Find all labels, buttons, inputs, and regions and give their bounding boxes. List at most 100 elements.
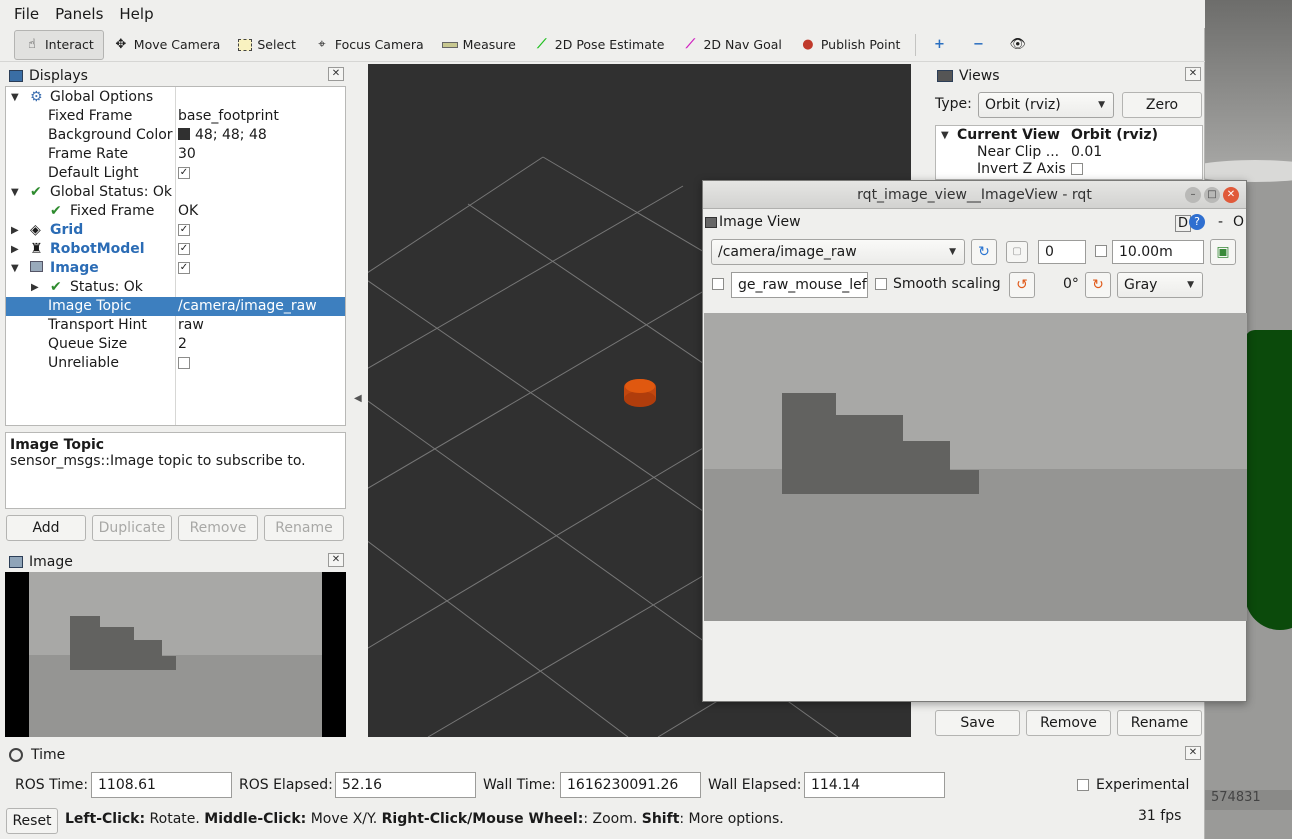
image-checkbox[interactable]: ✓ bbox=[178, 262, 190, 274]
ros-elapsed-field[interactable]: 52.16 bbox=[335, 772, 476, 798]
tree-row-unreliable[interactable]: Unreliable bbox=[6, 354, 345, 373]
row-value[interactable]: base_footprint bbox=[178, 107, 279, 126]
move-camera-tool-button[interactable]: ✥ Move Camera bbox=[104, 30, 230, 60]
max-range-spinbox[interactable]: 10.00m bbox=[1112, 240, 1204, 264]
tree-row-queue-size[interactable]: Queue Size 2 bbox=[6, 335, 345, 354]
rename-view-button[interactable]: Rename bbox=[1117, 710, 1202, 736]
rotate-left-icon[interactable]: ↺ bbox=[1009, 272, 1035, 298]
tree-row-fixed-frame-status[interactable]: ✔ Fixed Frame OK bbox=[6, 202, 345, 221]
pose-estimate-tool-button[interactable]: ⟋ 2D Pose Estimate bbox=[525, 30, 674, 60]
rqt-titlebar[interactable]: rqt_image_view__ImageView - rqt bbox=[703, 181, 1246, 209]
tree-row-robotmodel[interactable]: ▶ ♜ RobotModel ✓ bbox=[6, 240, 345, 259]
row-value[interactable]: raw bbox=[178, 316, 204, 335]
row-value[interactable]: 30 bbox=[178, 145, 196, 164]
robotmodel-checkbox[interactable]: ✓ bbox=[178, 243, 190, 255]
row-value[interactable]: /camera/image_raw bbox=[178, 297, 317, 316]
color-scheme-select[interactable]: Gray ▼ bbox=[1117, 272, 1203, 298]
experimental-checkbox[interactable] bbox=[1077, 779, 1089, 791]
toolbar: ☝ Interact ✥ Move Camera Select ⌖ Focus … bbox=[0, 28, 1205, 62]
reset-button[interactable]: Reset bbox=[6, 808, 58, 834]
wall-time-field[interactable]: 1616230091.26 bbox=[560, 772, 701, 798]
refresh-icon[interactable]: ↻ bbox=[971, 239, 997, 265]
checkmark-icon: ✔ bbox=[50, 279, 62, 295]
view-options-button[interactable]: 👁 bbox=[1000, 30, 1039, 60]
close-icon[interactable]: ✕ bbox=[1185, 67, 1201, 81]
row-value[interactable]: 2 bbox=[178, 335, 187, 354]
depth-min-spinbox[interactable]: 0 bbox=[1038, 240, 1086, 264]
views-title: Views bbox=[959, 68, 1000, 84]
duplicate-display-button[interactable]: Duplicate bbox=[92, 515, 172, 541]
help-icon[interactable]: ? bbox=[1189, 214, 1205, 230]
color-value[interactable]: 48; 48; 48 bbox=[178, 126, 267, 145]
help-key: Right-Click/Mouse Wheel: bbox=[381, 811, 584, 827]
menu-file[interactable]: File bbox=[14, 5, 39, 23]
dynamic-range-checkbox[interactable] bbox=[1095, 245, 1107, 257]
nav-goal-tool-button[interactable]: ⟋ 2D Nav Goal bbox=[673, 30, 790, 60]
close-icon[interactable]: ✕ bbox=[328, 67, 344, 81]
zero-button[interactable]: Zero bbox=[1122, 92, 1202, 118]
remove-view-button[interactable]: Remove bbox=[1026, 710, 1111, 736]
tree-row-fixed-frame[interactable]: Fixed Frame base_footprint bbox=[6, 107, 345, 126]
splitter-arrow-icon[interactable]: ◀ bbox=[354, 393, 362, 404]
camera-image-view[interactable] bbox=[704, 313, 1247, 621]
tree-row-image-status[interactable]: ▶ ✔ Status: Ok bbox=[6, 278, 345, 297]
dropdown-arrow-icon: ▼ bbox=[1098, 100, 1105, 110]
close-icon[interactable]: ✕ bbox=[328, 553, 344, 567]
close-icon[interactable]: ✕ bbox=[1185, 746, 1201, 760]
unreliable-checkbox[interactable] bbox=[178, 357, 190, 369]
plugin-close-button[interactable]: O bbox=[1233, 214, 1244, 230]
maximize-icon[interactable]: □ bbox=[1204, 187, 1220, 203]
rename-display-button[interactable]: Rename bbox=[264, 515, 344, 541]
wall-time-label: Wall Time: bbox=[483, 777, 556, 793]
smooth-scaling-checkbox[interactable] bbox=[875, 278, 887, 290]
save-image-icon[interactable]: ▣ bbox=[1210, 239, 1236, 265]
tree-row-transport-hint[interactable]: Transport Hint raw bbox=[6, 316, 345, 335]
add-tool-button[interactable]: + bbox=[922, 30, 961, 60]
ros-time-field[interactable]: 1108.61 bbox=[91, 772, 232, 798]
menu-panels[interactable]: Panels bbox=[55, 5, 103, 23]
tree-row-background-color[interactable]: Background Color 48; 48; 48 bbox=[6, 126, 345, 145]
tree-row-default-light[interactable]: Default Light ✓ bbox=[6, 164, 345, 183]
tree-row-image[interactable]: ▼ Image ✓ bbox=[6, 259, 345, 278]
tree-row-frame-rate[interactable]: Frame Rate 30 bbox=[6, 145, 345, 164]
minus-icon: − bbox=[972, 36, 984, 52]
tree-row-image-topic[interactable]: Image Topic /camera/image_raw bbox=[6, 297, 345, 316]
topic-select[interactable]: /camera/image_raw ▼ bbox=[711, 239, 965, 265]
grid-checkbox[interactable]: ✓ bbox=[178, 224, 190, 236]
select-tool-button[interactable]: Select bbox=[229, 30, 305, 60]
mouse-topic-field[interactable]: ge_raw_mouse_left bbox=[731, 272, 868, 298]
help-key: Left-Click: bbox=[65, 811, 146, 827]
publish-point-tool-button[interactable]: ● Publish Point bbox=[791, 30, 910, 60]
invert-z-checkbox[interactable] bbox=[1071, 163, 1083, 175]
zoom-fit-icon[interactable]: ▢ bbox=[1006, 241, 1028, 263]
help-text: : Zoom. bbox=[583, 811, 642, 827]
measure-tool-button[interactable]: Measure bbox=[433, 30, 525, 60]
focus-camera-tool-button[interactable]: ⌖ Focus Camera bbox=[305, 30, 433, 60]
tree-row-global-status[interactable]: ▼ ✔ Global Status: Ok bbox=[6, 183, 345, 202]
view-type-select[interactable]: Orbit (rviz) ▼ bbox=[978, 92, 1114, 118]
plugin-title: Image View bbox=[719, 214, 801, 230]
rotate-right-icon[interactable]: ↻ bbox=[1085, 272, 1111, 298]
publish-click-checkbox[interactable] bbox=[712, 278, 724, 290]
remove-display-button[interactable]: Remove bbox=[178, 515, 258, 541]
row-key: Default Light bbox=[48, 165, 139, 181]
save-view-button[interactable]: Save bbox=[935, 710, 1020, 736]
interact-tool-button[interactable]: ☝ Interact bbox=[14, 29, 104, 60]
row-key: Global Options bbox=[50, 89, 154, 105]
checkmark-icon: ✔ bbox=[50, 203, 62, 219]
close-icon[interactable]: ✕ bbox=[1223, 187, 1239, 203]
plugin-minimize-button[interactable]: - bbox=[1218, 214, 1223, 230]
plugin-icon bbox=[705, 217, 717, 228]
wall-elapsed-field[interactable]: 114.14 bbox=[804, 772, 945, 798]
remove-tool-button[interactable]: − bbox=[961, 30, 1000, 60]
tree-row-global-options[interactable]: ▼ ⚙ Global Options bbox=[6, 88, 345, 107]
tree-row-grid[interactable]: ▶ ◈ Grid ✓ bbox=[6, 221, 345, 240]
minimize-icon[interactable]: – bbox=[1185, 187, 1201, 203]
row-key: Transport Hint bbox=[48, 317, 147, 333]
menu-help[interactable]: Help bbox=[119, 5, 153, 23]
add-display-button[interactable]: Add bbox=[6, 515, 86, 541]
invert-z-row[interactable]: Invert Z Axis bbox=[936, 160, 1202, 179]
green-arrow-icon: ⟋ bbox=[537, 36, 547, 52]
default-light-checkbox[interactable]: ✓ bbox=[178, 167, 190, 179]
time-title: Time bbox=[31, 747, 66, 763]
